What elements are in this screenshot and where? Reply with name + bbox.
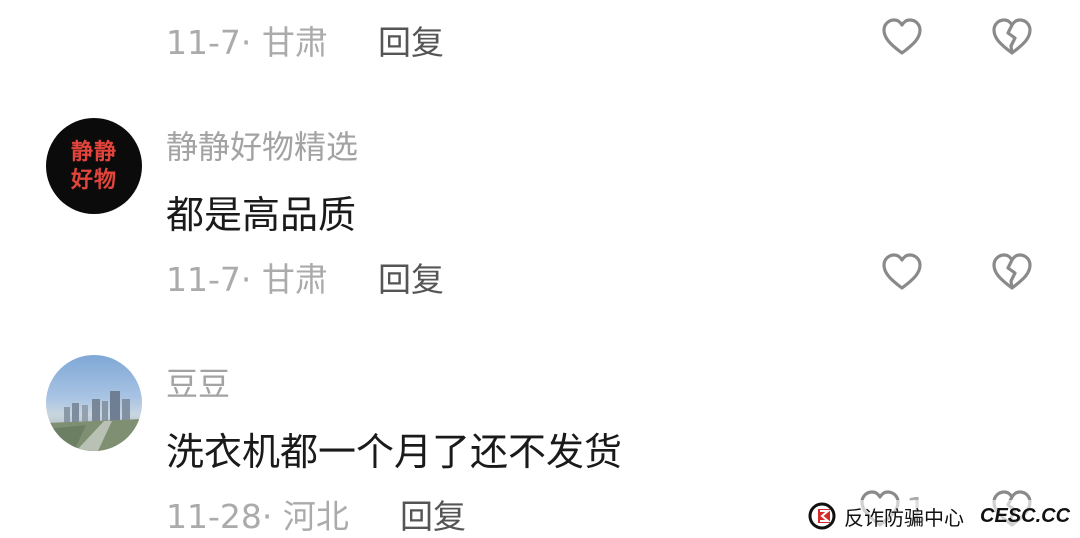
reply-button[interactable]: 回复 xyxy=(378,253,444,301)
watermark: 反诈防骗中心 CESC.CC xyxy=(808,500,1071,532)
anti-fraud-logo-icon xyxy=(808,502,836,530)
city-skyline-image xyxy=(46,391,142,451)
avatar-text-line: 静静 xyxy=(70,139,117,165)
comment-date-location: 11-7· 甘肃 xyxy=(166,23,328,62)
broken-heart-icon[interactable] xyxy=(990,17,1034,57)
comment-text: 都是高品质 xyxy=(166,193,357,237)
watermark-brand: CESC.CC xyxy=(980,504,1071,527)
comment-date-location: 11-7· 甘肃 xyxy=(166,260,328,299)
comment-item: 11-7· 甘肃 回复 xyxy=(0,0,1080,80)
heart-outline-icon[interactable] xyxy=(880,252,924,292)
broken-heart-icon[interactable] xyxy=(990,252,1034,292)
watermark-text: 反诈防骗中心 xyxy=(844,505,964,530)
username[interactable]: 静静好物精选 xyxy=(166,122,358,168)
reply-button[interactable]: 回复 xyxy=(400,490,466,538)
reply-button[interactable]: 回复 xyxy=(378,16,444,64)
avatar-text-line: 好物 xyxy=(70,167,117,193)
avatar[interactable] xyxy=(46,355,142,451)
username[interactable]: 豆豆 xyxy=(166,359,230,405)
heart-outline-icon[interactable] xyxy=(880,17,924,57)
avatar[interactable]: 静静 好物 xyxy=(46,118,142,214)
comment-item: 静静 好物 静静好物精选 都是高品质 11-7· 甘肃 回复 xyxy=(0,110,1080,310)
comment-date-location: 11-28· 河北 xyxy=(166,497,349,536)
comment-text: 洗衣机都一个月了还不发货 xyxy=(166,430,623,474)
